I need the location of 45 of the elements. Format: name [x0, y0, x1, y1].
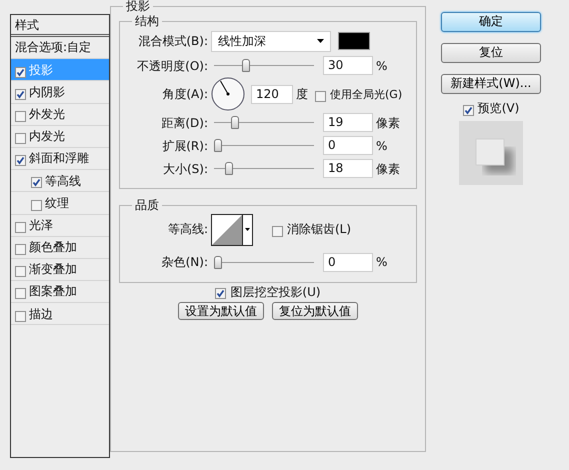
default-button[interactable]: 设置为默认值 [178, 302, 264, 320]
number-field[interactable]: 0 [323, 136, 373, 156]
checkbox-label: 图层挖空投影(U) [230, 284, 321, 299]
field-label: 角度(A): [161, 87, 208, 102]
style-list-item[interactable]: 渐变叠加 [11, 258, 109, 282]
unit-label: 像素 [376, 162, 400, 176]
field-label: 大小(S): [162, 162, 208, 176]
unit-label: 像素 [376, 116, 400, 130]
number-field[interactable]: 18 [323, 159, 373, 178]
field-label: 距离(D): [160, 116, 208, 130]
checkbox-label: 消除锯齿(L) [287, 222, 352, 237]
style-list-item[interactable]: 等高线 [11, 170, 109, 192]
style-list-item[interactable]: 斜面和浮雕 [11, 148, 109, 170]
number-field[interactable]: 30 [323, 56, 373, 76]
field-label: 不透明度(O): [136, 58, 208, 74]
section-title: 投影 [125, 0, 151, 14]
style-list-item[interactable]: 颜色叠加 [11, 236, 109, 259]
dialog-button[interactable]: 新建样式(W)... [441, 74, 541, 94]
dialog-button[interactable]: 复位 [441, 43, 541, 63]
field-label: 扩展(R): [161, 138, 208, 154]
checkbox-label: 预览(V) [478, 101, 520, 116]
unit-label: % [376, 138, 388, 154]
style-list-item[interactable]: 图案叠加 [11, 281, 109, 304]
default-button[interactable]: 复位为默认值 [272, 302, 358, 320]
number-field[interactable]: 19 [323, 113, 373, 132]
number-field[interactable]: 120 [251, 84, 293, 104]
dialog-button[interactable]: 确定 [441, 12, 541, 32]
checkbox-label: 使用全局光(G) [330, 88, 402, 101]
field-label: 混合模式(B): [137, 34, 208, 49]
blend-mode-dropdown[interactable]: 线性加深 [211, 30, 331, 52]
group-title: 品质 [134, 199, 160, 213]
style-list-item[interactable]: 纹理 [11, 192, 109, 214]
style-list-item[interactable]: 光泽 [11, 214, 109, 237]
field-label: 等高线: [166, 222, 208, 237]
unit-label: % [376, 254, 388, 270]
unit-label: % [376, 58, 388, 74]
style-list-item[interactable]: 描边 [11, 303, 109, 326]
style-list-item[interactable]: 内阴影 [11, 81, 109, 104]
number-field[interactable]: 0 [323, 252, 373, 272]
unit-label: 度 [296, 87, 308, 102]
style-list-item[interactable]: 内发光 [11, 126, 109, 148]
group-title: 结构 [134, 15, 160, 28]
panel-title: 样式 [11, 15, 109, 37]
field-label: 杂色(N): [160, 254, 208, 270]
style-list-item[interactable]: 外发光 [11, 104, 109, 126]
